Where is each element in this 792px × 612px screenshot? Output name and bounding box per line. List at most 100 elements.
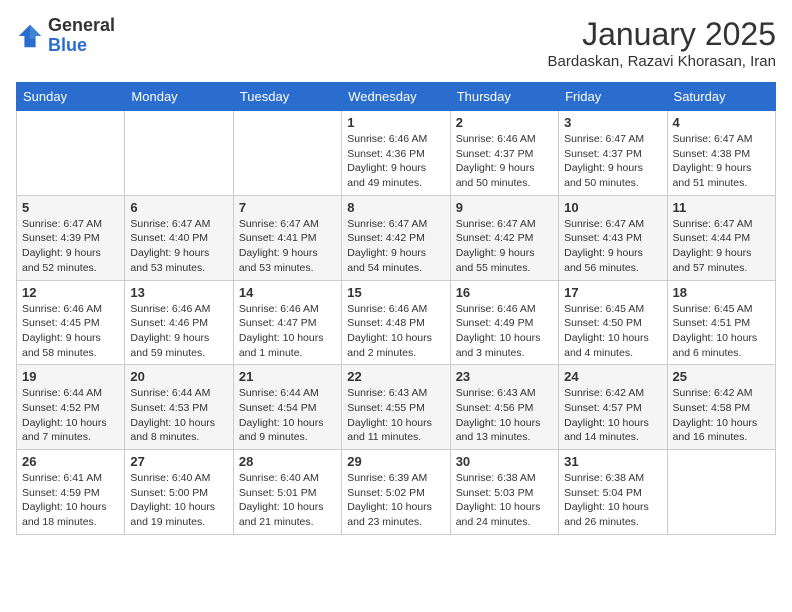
calendar-cell — [667, 450, 775, 535]
weekday-header-tuesday: Tuesday — [233, 83, 341, 111]
calendar-cell: 19 Sunrise: 6:44 AM Sunset: 4:52 PM Dayli… — [17, 365, 125, 450]
day-info: Sunrise: 6:47 AM Sunset: 4:43 PM Dayligh… — [564, 217, 661, 276]
calendar-subtitle: Bardaskan, Razavi Khorasan, Iran — [548, 53, 776, 70]
weekday-header-row: SundayMondayTuesdayWednesdayThursdayFrid… — [17, 83, 776, 111]
day-info: Sunrise: 6:44 AM Sunset: 4:54 PM Dayligh… — [239, 386, 336, 445]
calendar-cell: 8Sunrise: 6:47 AM Sunset: 4:42 PM Daylig… — [342, 195, 450, 280]
calendar-week-1: 1 Sunrise: 6:46 AM Sunset: 4:36 PM Daylig… — [17, 111, 776, 196]
weekday-header-monday: Monday — [125, 83, 233, 111]
weekday-header-friday: Friday — [559, 83, 667, 111]
calendar-cell: 14Sunrise: 6:46 AM Sunset: 4:47 PM Dayli… — [233, 280, 341, 365]
day-info: Sunrise: 6:47 AM Sunset: 4:41 PM Dayligh… — [239, 217, 336, 276]
day-number: 25 — [673, 369, 770, 384]
calendar-cell: 30 Sunrise: 6:38 AM Sunset: 5:03 PM Dayli… — [450, 450, 558, 535]
logo-blue-text: Blue — [48, 36, 115, 56]
calendar-cell: 5 Sunrise: 6:47 AM Sunset: 4:39 PM Daylig… — [17, 195, 125, 280]
day-number: 24 — [564, 369, 661, 384]
day-number: 10 — [564, 200, 661, 215]
day-number: 20 — [130, 369, 227, 384]
day-number: 30 — [456, 454, 553, 469]
day-number: 5 — [22, 200, 119, 215]
day-number: 22 — [347, 369, 444, 384]
day-info: Sunrise: 6:42 AM Sunset: 4:58 PM Dayligh… — [673, 386, 770, 445]
day-info: Sunrise: 6:47 AM Sunset: 4:40 PM Dayligh… — [130, 217, 227, 276]
calendar-cell: 10 Sunrise: 6:47 AM Sunset: 4:43 PM Dayli… — [559, 195, 667, 280]
day-info: Sunrise: 6:40 AM Sunset: 5:00 PM Dayligh… — [130, 471, 227, 530]
day-number: 27 — [130, 454, 227, 469]
calendar-cell: 26 Sunrise: 6:41 AM Sunset: 4:59 PM Dayli… — [17, 450, 125, 535]
day-info: Sunrise: 6:46 AM Sunset: 4:49 PM Dayligh… — [456, 302, 553, 361]
weekday-header-sunday: Sunday — [17, 83, 125, 111]
calendar-cell: 28 Sunrise: 6:40 AM Sunset: 5:01 PM Dayli… — [233, 450, 341, 535]
day-number: 13 — [130, 285, 227, 300]
calendar-cell: 25 Sunrise: 6:42 AM Sunset: 4:58 PM Dayli… — [667, 365, 775, 450]
day-number: 15 — [347, 285, 444, 300]
calendar-cell: 12 Sunrise: 6:46 AM Sunset: 4:45 PM Dayli… — [17, 280, 125, 365]
title-block: January 2025 Bardaskan, Razavi Khorasan,… — [548, 16, 776, 70]
calendar-cell: 18 Sunrise: 6:45 AM Sunset: 4:51 PM Dayli… — [667, 280, 775, 365]
day-number: 19 — [22, 369, 119, 384]
day-info: Sunrise: 6:47 AM Sunset: 4:42 PM Dayligh… — [456, 217, 553, 276]
page-header: General Blue January 2025 Bardaskan, Raz… — [16, 16, 776, 70]
weekday-header-wednesday: Wednesday — [342, 83, 450, 111]
calendar-cell: 16Sunrise: 6:46 AM Sunset: 4:49 PM Dayli… — [450, 280, 558, 365]
calendar-cell: 6 Sunrise: 6:47 AM Sunset: 4:40 PM Daylig… — [125, 195, 233, 280]
calendar-cell: 21 Sunrise: 6:44 AM Sunset: 4:54 PM Dayli… — [233, 365, 341, 450]
day-info: Sunrise: 6:47 AM Sunset: 4:37 PM Dayligh… — [564, 132, 661, 191]
day-info: Sunrise: 6:44 AM Sunset: 4:53 PM Dayligh… — [130, 386, 227, 445]
day-info: Sunrise: 6:39 AM Sunset: 5:02 PM Dayligh… — [347, 471, 444, 530]
day-number: 17 — [564, 285, 661, 300]
day-number: 18 — [673, 285, 770, 300]
day-number: 29 — [347, 454, 444, 469]
calendar-cell: 11 Sunrise: 6:47 AM Sunset: 4:44 PM Dayli… — [667, 195, 775, 280]
day-info: Sunrise: 6:45 AM Sunset: 4:50 PM Dayligh… — [564, 302, 661, 361]
calendar-cell — [233, 111, 341, 196]
day-info: Sunrise: 6:47 AM Sunset: 4:44 PM Dayligh… — [673, 217, 770, 276]
calendar-cell: 27 Sunrise: 6:40 AM Sunset: 5:00 PM Dayli… — [125, 450, 233, 535]
day-number: 21 — [239, 369, 336, 384]
calendar-cell: 29 Sunrise: 6:39 AM Sunset: 5:02 PM Dayli… — [342, 450, 450, 535]
calendar-week-3: 12 Sunrise: 6:46 AM Sunset: 4:45 PM Dayli… — [17, 280, 776, 365]
day-info: Sunrise: 6:47 AM Sunset: 4:39 PM Dayligh… — [22, 217, 119, 276]
day-info: Sunrise: 6:38 AM Sunset: 5:03 PM Dayligh… — [456, 471, 553, 530]
calendar-cell — [125, 111, 233, 196]
day-info: Sunrise: 6:46 AM Sunset: 4:45 PM Dayligh… — [22, 302, 119, 361]
day-info: Sunrise: 6:45 AM Sunset: 4:51 PM Dayligh… — [673, 302, 770, 361]
calendar-cell: 23Sunrise: 6:43 AM Sunset: 4:56 PM Dayli… — [450, 365, 558, 450]
day-number: 7 — [239, 200, 336, 215]
calendar-cell: 4 Sunrise: 6:47 AM Sunset: 4:38 PM Daylig… — [667, 111, 775, 196]
day-info: Sunrise: 6:47 AM Sunset: 4:38 PM Dayligh… — [673, 132, 770, 191]
day-number: 11 — [673, 200, 770, 215]
logo-text: General Blue — [48, 16, 115, 56]
day-number: 3 — [564, 115, 661, 130]
day-number: 26 — [22, 454, 119, 469]
day-info: Sunrise: 6:40 AM Sunset: 5:01 PM Dayligh… — [239, 471, 336, 530]
day-info: Sunrise: 6:46 AM Sunset: 4:36 PM Dayligh… — [347, 132, 444, 191]
calendar-week-2: 5 Sunrise: 6:47 AM Sunset: 4:39 PM Daylig… — [17, 195, 776, 280]
day-number: 4 — [673, 115, 770, 130]
day-info: Sunrise: 6:46 AM Sunset: 4:46 PM Dayligh… — [130, 302, 227, 361]
calendar-cell: 17 Sunrise: 6:45 AM Sunset: 4:50 PM Dayli… — [559, 280, 667, 365]
day-number: 6 — [130, 200, 227, 215]
logo-icon — [16, 22, 44, 50]
calendar-cell: 3 Sunrise: 6:47 AM Sunset: 4:37 PM Daylig… — [559, 111, 667, 196]
day-number: 12 — [22, 285, 119, 300]
calendar-cell: 13 Sunrise: 6:46 AM Sunset: 4:46 PM Dayli… — [125, 280, 233, 365]
day-info: Sunrise: 6:44 AM Sunset: 4:52 PM Dayligh… — [22, 386, 119, 445]
calendar-cell: 7 Sunrise: 6:47 AM Sunset: 4:41 PM Daylig… — [233, 195, 341, 280]
calendar-cell: 15Sunrise: 6:46 AM Sunset: 4:48 PM Dayli… — [342, 280, 450, 365]
day-number: 1 — [347, 115, 444, 130]
day-number: 28 — [239, 454, 336, 469]
day-info: Sunrise: 6:42 AM Sunset: 4:57 PM Dayligh… — [564, 386, 661, 445]
day-number: 14 — [239, 285, 336, 300]
day-info: Sunrise: 6:41 AM Sunset: 4:59 PM Dayligh… — [22, 471, 119, 530]
logo-general-text: General — [48, 16, 115, 36]
day-info: Sunrise: 6:43 AM Sunset: 4:56 PM Dayligh… — [456, 386, 553, 445]
calendar-title: January 2025 — [548, 16, 776, 53]
calendar-cell: 31Sunrise: 6:38 AM Sunset: 5:04 PM Dayli… — [559, 450, 667, 535]
logo: General Blue — [16, 16, 115, 56]
day-number: 2 — [456, 115, 553, 130]
calendar-cell — [17, 111, 125, 196]
day-info: Sunrise: 6:43 AM Sunset: 4:55 PM Dayligh… — [347, 386, 444, 445]
calendar-cell: 22 Sunrise: 6:43 AM Sunset: 4:55 PM Dayli… — [342, 365, 450, 450]
